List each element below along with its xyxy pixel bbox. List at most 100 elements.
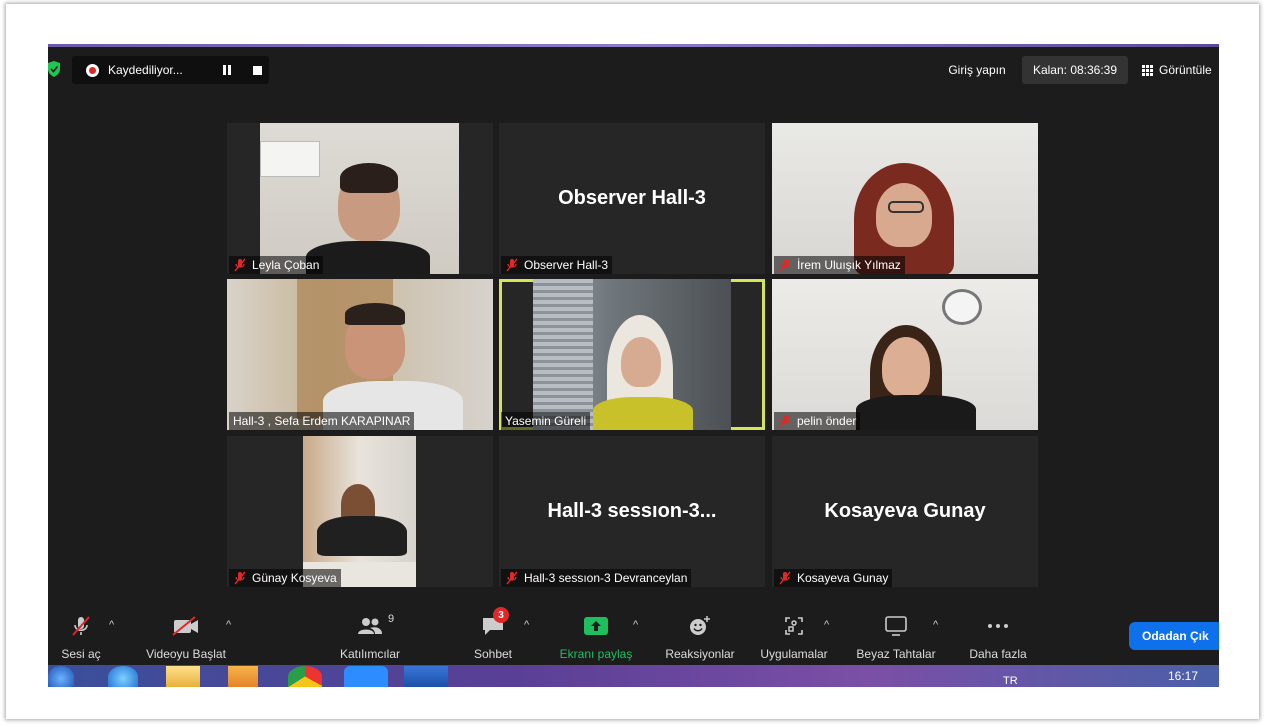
window-top-strip	[48, 44, 1219, 47]
participant-video	[260, 123, 459, 274]
muted-mic-icon	[72, 616, 90, 636]
share-options-chevron-icon[interactable]: ^	[633, 619, 638, 631]
participant-tile-active-speaker[interactable]: Yasemin Güreli	[499, 279, 765, 430]
start-button-icon[interactable]	[48, 666, 74, 687]
signin-button[interactable]: Giriş yapın	[936, 56, 1018, 84]
participant-name-label: Observer Hall-3	[501, 256, 613, 274]
encryption-shield-icon[interactable]	[48, 61, 60, 77]
stop-recording-icon[interactable]	[253, 66, 262, 75]
participant-tile[interactable]: pelin önder	[772, 279, 1038, 430]
muted-mic-icon	[506, 258, 518, 272]
person-hair	[340, 163, 398, 193]
reactions-button[interactable]: Reaksiyonlar	[658, 609, 742, 665]
muted-mic-icon	[506, 571, 518, 585]
participant-tile[interactable]: Hall-3 , Sefa Erdem KARAPINAR	[227, 279, 493, 430]
unmute-label: Sesi aç	[61, 647, 101, 661]
reactions-label: Reaksiyonlar	[665, 647, 735, 661]
internet-explorer-icon[interactable]	[108, 666, 138, 687]
start-video-label: Videoyu Başlat	[146, 647, 226, 661]
participant-display-name: Observer Hall-3	[558, 187, 706, 209]
share-screen-icon	[584, 617, 608, 635]
participant-name-label: pelin önder	[774, 412, 861, 430]
participant-tile[interactable]: İrem Uluışık Yılmaz	[772, 123, 1038, 274]
person-head	[621, 337, 661, 387]
participant-tile[interactable]: Kosayeva Gunay Kosayeva Gunay	[772, 436, 1038, 587]
muted-mic-icon	[779, 414, 791, 428]
apps-icon	[785, 617, 803, 635]
participants-icon	[358, 618, 382, 634]
participant-name-label: Hall-3 , Sefa Erdem KARAPINAR	[229, 412, 415, 430]
audio-options-chevron-icon[interactable]: ^	[109, 619, 114, 631]
participant-video	[227, 279, 493, 430]
meeting-toolbar: Sesi aç ^ Videoyu Başlat ^ 9 Katılımcıla…	[48, 607, 1219, 665]
participant-tile[interactable]: Leyla Çoban	[227, 123, 493, 274]
person-head	[876, 183, 932, 247]
zoom-app-icon[interactable]	[344, 666, 388, 687]
taskbar-clock[interactable]: 16:17	[1168, 669, 1198, 683]
person-body	[856, 395, 976, 430]
media-player-icon[interactable]	[228, 666, 258, 687]
recording-indicator: Kaydediliyor...	[72, 56, 269, 84]
muted-mic-icon	[779, 571, 791, 585]
unmute-button[interactable]: Sesi aç	[52, 609, 110, 665]
chat-button[interactable]: 3 Sohbet	[464, 607, 522, 665]
grid-view-icon	[1142, 64, 1153, 76]
person-body	[306, 241, 430, 274]
pause-recording-icon[interactable]	[223, 65, 233, 75]
participants-button[interactable]: 9 Katılımcılar	[328, 609, 412, 665]
more-label: Daha fazla	[969, 647, 1027, 661]
wall-clock	[942, 289, 982, 325]
more-button[interactable]: Daha fazla	[958, 609, 1038, 665]
person-body	[593, 397, 693, 430]
muted-mic-icon	[234, 258, 246, 272]
chrome-icon[interactable]	[288, 666, 322, 687]
person-body	[317, 516, 407, 556]
participant-name-label: Leyla Çoban	[229, 256, 324, 274]
recording-label: Kaydediliyor...	[108, 63, 183, 77]
chat-label: Sohbet	[473, 647, 513, 661]
remaining-time-badge: Kalan: 08:36:39	[1022, 56, 1128, 84]
participant-tile[interactable]: Hall-3 sessıon-3... Hall-3 sessıon-3 Dev…	[499, 436, 765, 587]
chat-unread-badge: 3	[493, 607, 509, 623]
glasses	[888, 201, 924, 213]
file-explorer-icon[interactable]	[166, 666, 200, 687]
participant-name-label: Yasemin Güreli	[501, 412, 591, 430]
video-options-chevron-icon[interactable]: ^	[226, 619, 231, 631]
whiteboard-options-chevron-icon[interactable]: ^	[933, 619, 938, 631]
video-off-icon	[172, 616, 198, 636]
participant-video	[533, 279, 731, 430]
participant-video	[303, 436, 416, 587]
apps-options-chevron-icon[interactable]: ^	[824, 619, 829, 631]
reactions-smiley-icon	[690, 616, 710, 635]
more-dots-icon	[988, 624, 1008, 628]
share-screen-button[interactable]: Ekranı paylaş	[552, 609, 640, 665]
participant-name-label: Hall-3 sessıon-3 Devranceylan	[501, 569, 692, 587]
participant-tile[interactable]: Günay Kosyeva	[227, 436, 493, 587]
keyboard-language-indicator[interactable]: TR	[1003, 675, 1018, 687]
zoom-meeting-window: Kaydediliyor... Giriş yapın Kalan: 08:36…	[48, 44, 1219, 687]
participant-tile[interactable]: Observer Hall-3 Observer Hall-3	[499, 123, 765, 274]
participants-count: 9	[388, 613, 395, 625]
windows-taskbar: TR 16:17	[48, 665, 1219, 687]
start-video-button[interactable]: Videoyu Başlat	[136, 609, 236, 665]
word-app-icon[interactable]	[404, 666, 448, 687]
apps-label: Uygulamalar	[760, 647, 828, 661]
participant-display-name: Kosayeva Gunay	[824, 500, 986, 522]
recording-dot-icon	[86, 63, 99, 77]
chat-options-chevron-icon[interactable]: ^	[524, 619, 529, 631]
person-head	[882, 337, 930, 397]
participant-display-name: Hall-3 sessıon-3...	[547, 500, 717, 522]
participant-name-label: İrem Uluışık Yılmaz	[774, 256, 905, 274]
whiteboard-icon	[885, 616, 907, 636]
participant-video	[772, 123, 1038, 274]
participants-label: Katılımcılar	[339, 647, 400, 661]
apps-button[interactable]: Uygulamalar	[752, 609, 836, 665]
muted-mic-icon	[779, 258, 791, 272]
view-label: Görüntüle	[1159, 63, 1212, 77]
window-blinds	[533, 279, 593, 430]
view-button[interactable]: Görüntüle	[1142, 56, 1212, 84]
leave-room-button[interactable]: Odadan Çık	[1129, 622, 1219, 650]
participant-name-label: Kosayeva Gunay	[774, 569, 893, 587]
whiteboard-button[interactable]: Beyaz Tahtalar	[848, 609, 944, 665]
share-screen-label: Ekranı paylaş	[559, 647, 633, 661]
